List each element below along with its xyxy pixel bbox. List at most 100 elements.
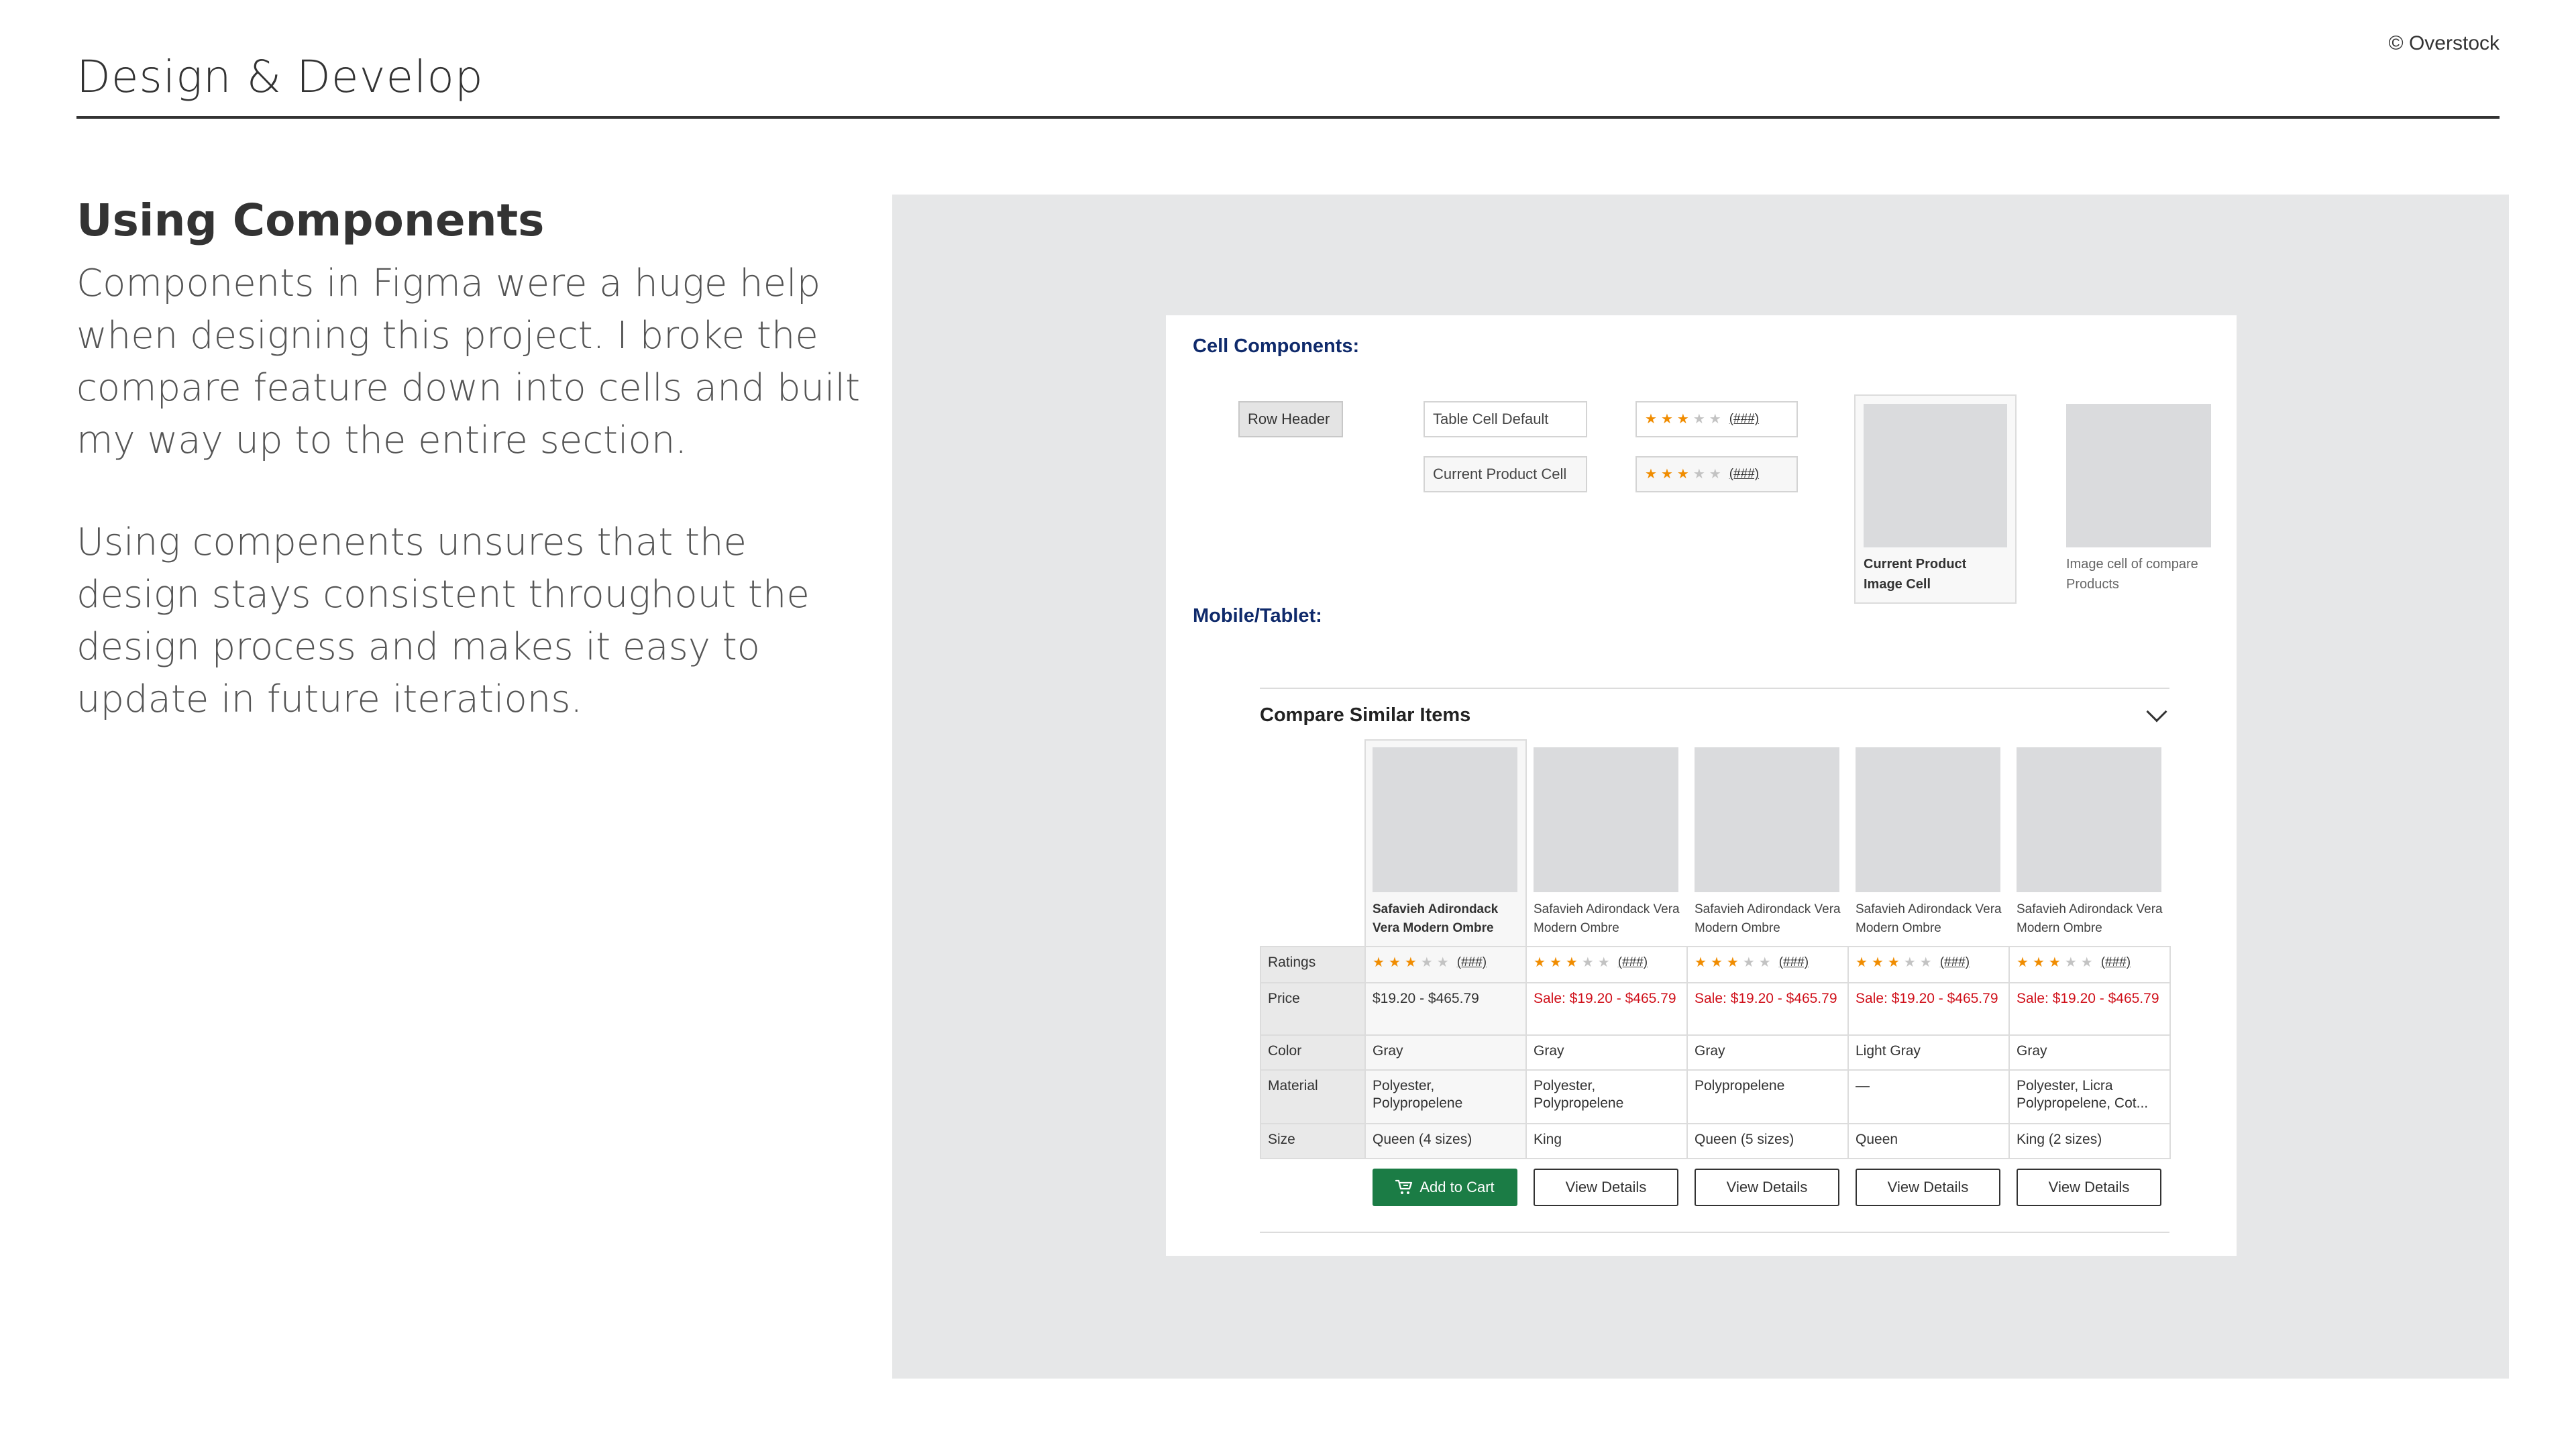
star-filled-icon: ★ <box>1710 955 1723 970</box>
product-image <box>1534 747 1678 892</box>
rating-count: (###) <box>1729 412 1760 426</box>
rating-count: (###) <box>1456 955 1487 969</box>
star-rating: ★ ★ ★ ★ ★ (###) <box>1645 412 1759 427</box>
price-cell: $19.20 - $465.79 <box>1364 982 1527 1036</box>
product-image-placeholder <box>1864 404 2007 547</box>
compare-image-placeholder <box>2066 404 2211 547</box>
size-cell: King <box>1525 1123 1688 1159</box>
size-cell: Queen <box>1847 1123 2010 1159</box>
star-filled-icon: ★ <box>1726 955 1739 970</box>
star-filled-icon: ★ <box>1565 955 1578 970</box>
material-cell: Polypropelene <box>1686 1069 1849 1124</box>
compare-image-caption: Image cell of compare Products <box>2066 557 2198 592</box>
star-empty-icon: ★ <box>1758 955 1771 970</box>
compare-section-title: Compare Similar Items <box>1260 704 1471 726</box>
star-empty-icon: ★ <box>1420 955 1433 970</box>
star-empty-icon: ★ <box>1693 467 1705 482</box>
star-rating[interactable]: ★ ★ ★ ★ ★ (###) <box>1373 954 1487 971</box>
color-cell: Gray <box>1364 1034 1527 1071</box>
star-filled-icon: ★ <box>1695 955 1707 970</box>
product-name[interactable]: Safavieh Adirondack Vera Modern Ombre <box>1534 900 1684 938</box>
rating-cell: ★ ★ ★ ★ ★ (###) <box>1686 946 1849 983</box>
product-name[interactable]: Safavieh Adirondack Vera Modern Ombre <box>1856 900 2006 938</box>
rating-cell: ★ ★ ★ ★ ★ (###) <box>1525 946 1688 983</box>
row-header-size: Size <box>1260 1123 1366 1159</box>
current-product-cell: Current Product Cell <box>1424 456 1587 492</box>
star-filled-icon: ★ <box>1676 412 1689 427</box>
star-filled-icon: ★ <box>1645 467 1657 482</box>
color-cell: Gray <box>1525 1034 1688 1071</box>
view-details-button[interactable]: View Details <box>1856 1169 2000 1206</box>
sale-price-cell: Sale: $19.20 - $465.79 <box>1525 982 1688 1036</box>
current-image-caption: Current Product Image Cell <box>1864 557 1967 592</box>
row-header-color: Color <box>1260 1034 1366 1071</box>
star-empty-icon: ★ <box>1742 955 1755 970</box>
component-sheet: Cell Components: Row Header Table Cell D… <box>1166 315 2237 1256</box>
material-cell: — <box>1847 1069 2010 1124</box>
star-empty-icon: ★ <box>1597 955 1610 970</box>
chevron-down-icon[interactable] <box>2146 701 2167 722</box>
rating-count: (###) <box>2100 955 2131 969</box>
add-to-cart-label: Add to Cart <box>1419 1179 1495 1195</box>
view-details-button[interactable]: View Details <box>1534 1169 1678 1206</box>
size-cell: Queen (5 sizes) <box>1686 1123 1849 1159</box>
star-empty-icon: ★ <box>1581 955 1594 970</box>
star-filled-icon: ★ <box>1871 955 1884 970</box>
star-empty-icon: ★ <box>1436 955 1449 970</box>
product-image <box>2017 747 2161 892</box>
star-filled-icon: ★ <box>2017 955 2029 970</box>
star-filled-icon: ★ <box>1660 412 1673 427</box>
star-filled-icon: ★ <box>1676 467 1689 482</box>
table-row-ratings: Ratings ★ ★ ★ ★ ★ (###) ★ ★ ★ ★ ★ (###) ★ ★ ★ ★ ★ (###)… <box>1260 946 2171 983</box>
consistency-paragraph: Using compenents unsures that the design… <box>76 521 810 721</box>
star-empty-icon: ★ <box>1693 412 1705 427</box>
sale-price-cell: Sale: $19.20 - $465.79 <box>2008 982 2171 1036</box>
compare-bottom-divider <box>1260 1232 2169 1233</box>
star-empty-icon: ★ <box>1919 955 1932 970</box>
product-name[interactable]: Safavieh Adirondack Vera Modern Ombre <box>1695 900 1845 938</box>
rating-cell: ★ ★ ★ ★ ★ (###) <box>2008 946 2171 983</box>
color-cell: Gray <box>2008 1034 2171 1071</box>
star-filled-icon: ★ <box>1660 467 1673 482</box>
row-header-price: Price <box>1260 982 1366 1036</box>
view-details-button[interactable]: View Details <box>2017 1169 2161 1206</box>
star-filled-icon: ★ <box>1645 412 1657 427</box>
star-empty-icon: ★ <box>2064 955 2077 970</box>
compare-top-divider <box>1260 688 2169 689</box>
star-filled-icon: ★ <box>2032 955 2045 970</box>
view-details-button[interactable]: View Details <box>1695 1169 1839 1206</box>
star-rating[interactable]: ★ ★ ★ ★ ★ (###) <box>1534 954 1648 971</box>
table-row-material: Material Polyester, Polypropelene Polyes… <box>1260 1069 2171 1124</box>
star-rating[interactable]: ★ ★ ★ ★ ★ (###) <box>2017 954 2131 971</box>
product-name[interactable]: Safavieh Adirondack Vera Modern Ombre <box>1373 900 1523 938</box>
star-filled-icon: ★ <box>1549 955 1562 970</box>
star-empty-icon: ★ <box>2080 955 2093 970</box>
material-cell: Polyester, Polypropelene <box>1364 1069 1527 1124</box>
star-rating[interactable]: ★ ★ ★ ★ ★ (###) <box>1856 954 1970 971</box>
table-row-color: Color Gray Gray Gray Light Gray Gray <box>1260 1034 2171 1071</box>
star-filled-icon: ★ <box>1856 955 1868 970</box>
rating-cell: ★ ★ ★ ★ ★ (###) <box>1847 946 2010 983</box>
color-cell: Light Gray <box>1847 1034 2010 1071</box>
page-title: Design & Develop <box>76 51 484 103</box>
star-empty-icon: ★ <box>1903 955 1916 970</box>
star-empty-icon: ★ <box>1709 467 1721 482</box>
row-header-ratings: Ratings <box>1260 946 1366 983</box>
add-to-cart-button[interactable]: Add to Cart <box>1373 1169 1517 1206</box>
rating-cell-default: ★ ★ ★ ★ ★ (###) <box>1635 401 1798 437</box>
star-empty-icon: ★ <box>1709 412 1721 427</box>
product-image <box>1695 747 1839 892</box>
product-name[interactable]: Safavieh Adirondack Vera Modern Ombre <box>2017 900 2167 938</box>
sale-price-cell: Sale: $19.20 - $465.79 <box>1686 982 1849 1036</box>
table-row-price: Price $19.20 - $465.79 Sale: $19.20 - $4… <box>1260 982 2171 1036</box>
product-image <box>1373 747 1517 892</box>
table-row-size: Size Queen (4 sizes) King Queen (5 sizes… <box>1260 1123 2171 1159</box>
row-header-material: Material <box>1260 1069 1366 1124</box>
rating-cell-current: ★ ★ ★ ★ ★ (###) <box>1635 456 1798 492</box>
product-image <box>1856 747 2000 892</box>
title-divider <box>76 116 2500 119</box>
star-rating[interactable]: ★ ★ ★ ★ ★ (###) <box>1695 954 1809 971</box>
star-filled-icon: ★ <box>1534 955 1546 970</box>
star-filled-icon: ★ <box>2048 955 2061 970</box>
star-filled-icon: ★ <box>1373 955 1385 970</box>
